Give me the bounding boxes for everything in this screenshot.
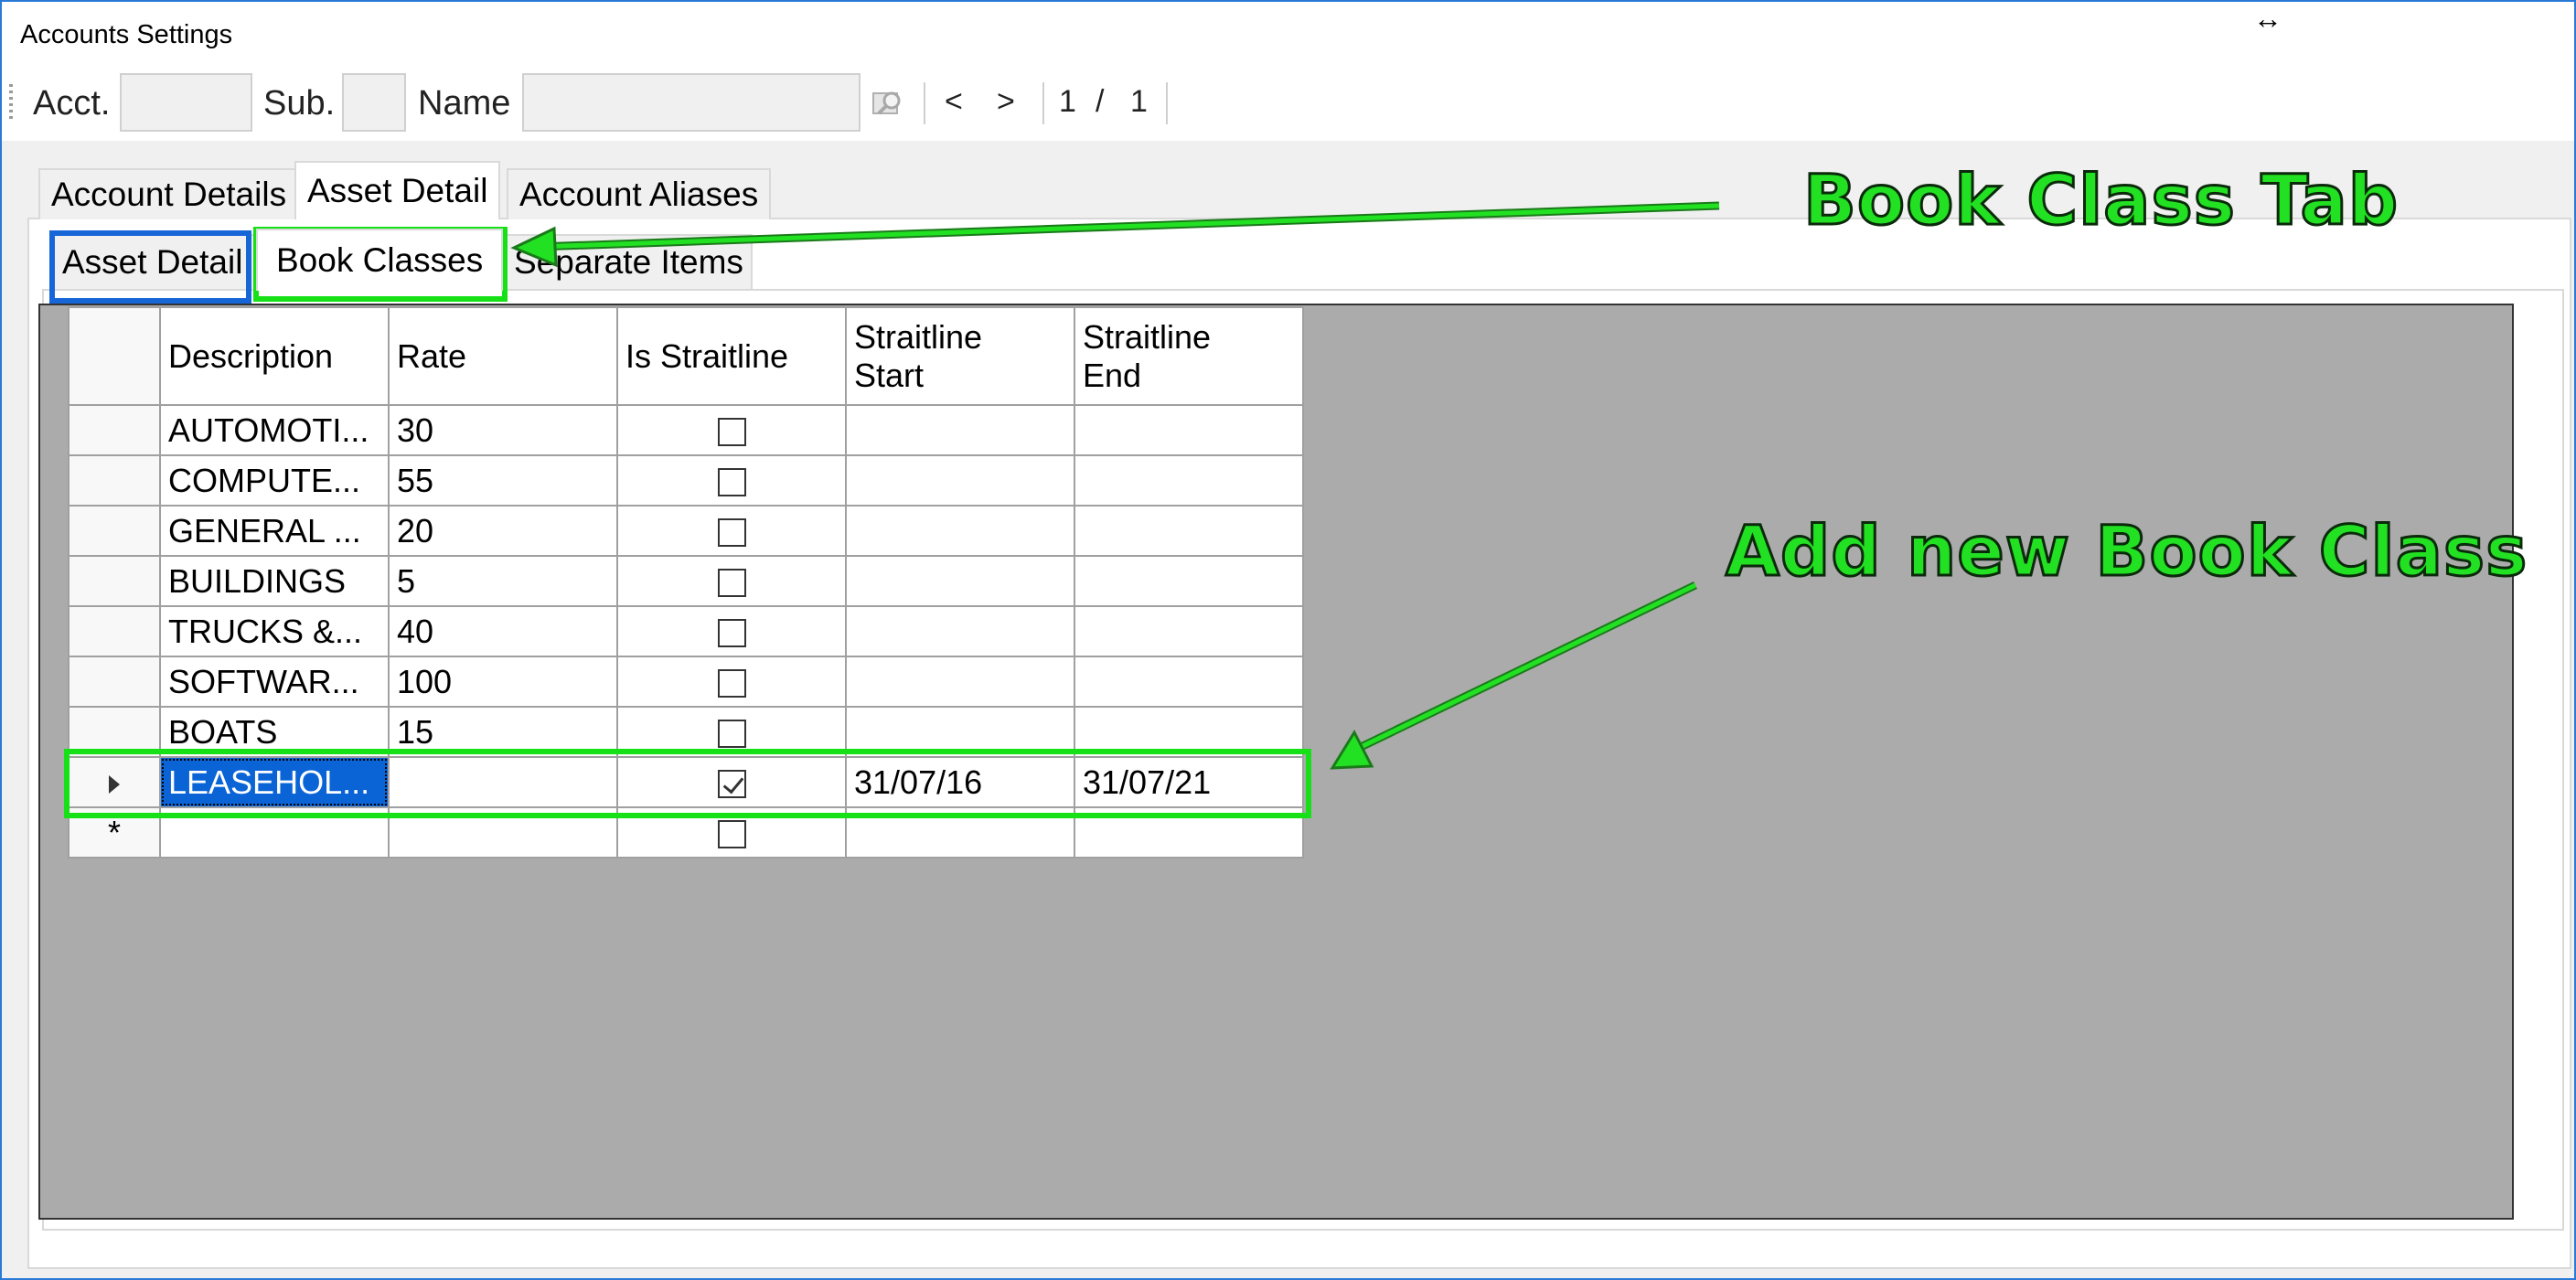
- tab-asset-detail[interactable]: Asset Detail: [294, 161, 501, 219]
- subtab-book-classes[interactable]: Book Classes: [256, 229, 504, 291]
- arrow-to-book-classes-tab: [510, 201, 1720, 268]
- accounts-settings-window: Accounts Settings ↔ Acct. Sub. Name < > …: [0, 0, 2576, 1280]
- add-new-book-class-callout: Add new Book Class: [1724, 509, 2528, 593]
- arrow-to-new-book-class-row: [1330, 581, 1697, 770]
- book-class-tab-callout: Book Class Tab: [1801, 158, 2400, 242]
